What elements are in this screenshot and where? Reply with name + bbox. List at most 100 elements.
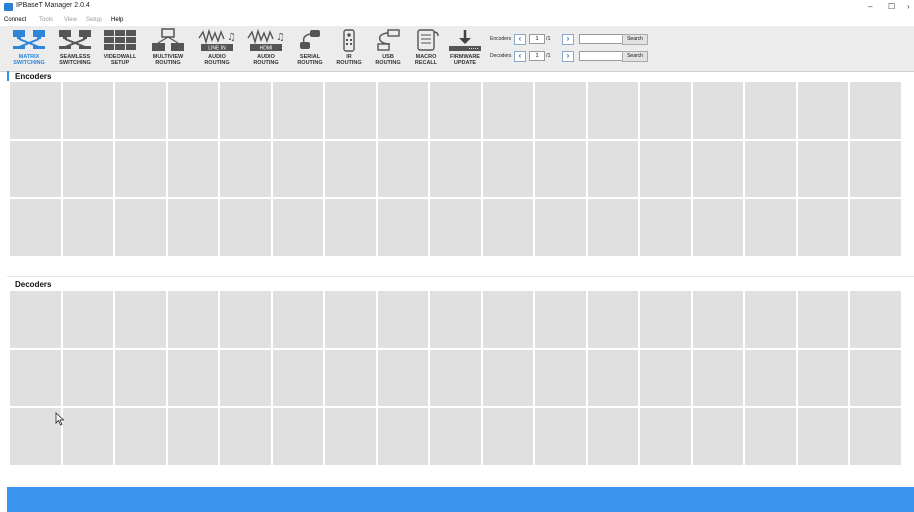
encoder-slot[interactable] — [10, 82, 61, 139]
minimize-button[interactable]: – — [868, 2, 872, 11]
decoder-slot[interactable] — [115, 408, 166, 465]
decoder-slot[interactable] — [535, 408, 586, 465]
encoder-slot[interactable] — [535, 82, 586, 139]
decoder-slot[interactable] — [850, 291, 901, 348]
decoder-slot[interactable] — [377, 349, 428, 406]
encoder-slot[interactable] — [10, 140, 61, 197]
decoder-slot[interactable] — [430, 291, 481, 348]
tool-audio-routing-hdmi[interactable]: ♫ HDMI AUDIO ROUTING — [243, 28, 289, 70]
menu-help[interactable]: Help — [111, 17, 123, 23]
decoders-search-input[interactable] — [579, 51, 625, 61]
encoder-slot[interactable] — [640, 140, 691, 197]
decoder-slot[interactable] — [587, 408, 638, 465]
encoder-slot[interactable] — [430, 140, 481, 197]
encoder-slot[interactable] — [850, 199, 901, 256]
encoder-slot[interactable] — [430, 82, 481, 139]
encoder-slot[interactable] — [692, 82, 743, 139]
decoder-slot[interactable] — [220, 291, 271, 348]
tool-audio-routing-line-in[interactable]: ♫ LINE IN AUDIO ROUTING — [194, 28, 240, 70]
encoder-slot[interactable] — [377, 199, 428, 256]
decoder-slot[interactable] — [797, 291, 848, 348]
encoder-slot[interactable] — [377, 82, 428, 139]
decoder-slot[interactable] — [482, 349, 533, 406]
encoder-slot[interactable] — [797, 82, 848, 139]
decoder-slot[interactable] — [745, 291, 796, 348]
encoder-slot[interactable] — [745, 82, 796, 139]
decoder-slot[interactable] — [10, 291, 61, 348]
encoder-slot[interactable] — [272, 82, 323, 139]
decoder-slot[interactable] — [272, 408, 323, 465]
encoder-slot[interactable] — [535, 140, 586, 197]
tool-matrix-switching[interactable]: MATRIX SWITCHING — [6, 28, 52, 70]
decoder-slot[interactable] — [167, 349, 218, 406]
decoder-slot[interactable] — [10, 408, 61, 465]
encoder-slot[interactable] — [220, 199, 271, 256]
encoders-next-button[interactable]: › — [562, 34, 574, 45]
encoder-slot[interactable] — [640, 199, 691, 256]
decoder-slot[interactable] — [325, 349, 376, 406]
decoder-slot[interactable] — [167, 291, 218, 348]
encoder-slot[interactable] — [220, 140, 271, 197]
encoder-slot[interactable] — [325, 82, 376, 139]
decoder-slot[interactable] — [482, 408, 533, 465]
decoder-slot[interactable] — [325, 291, 376, 348]
decoder-slot[interactable] — [692, 408, 743, 465]
encoder-slot[interactable] — [797, 140, 848, 197]
decoder-slot[interactable] — [587, 349, 638, 406]
decoder-slot[interactable] — [115, 291, 166, 348]
encoder-slot[interactable] — [325, 199, 376, 256]
decoder-slot[interactable] — [220, 408, 271, 465]
decoder-slot[interactable] — [482, 291, 533, 348]
decoder-slot[interactable] — [115, 349, 166, 406]
encoder-slot[interactable] — [272, 199, 323, 256]
decoder-slot[interactable] — [640, 291, 691, 348]
decoder-slot[interactable] — [850, 408, 901, 465]
decoder-slot[interactable] — [692, 291, 743, 348]
encoder-slot[interactable] — [850, 140, 901, 197]
encoder-slot[interactable] — [797, 199, 848, 256]
decoder-slot[interactable] — [850, 349, 901, 406]
decoder-slot[interactable] — [220, 349, 271, 406]
encoder-slot[interactable] — [62, 140, 113, 197]
decoder-slot[interactable] — [62, 408, 113, 465]
encoder-slot[interactable] — [167, 199, 218, 256]
encoder-slot[interactable] — [325, 140, 376, 197]
close-button[interactable]: › — [907, 2, 910, 11]
menu-setup[interactable]: Setup — [86, 17, 102, 23]
encoder-slot[interactable] — [692, 199, 743, 256]
encoder-slot[interactable] — [377, 140, 428, 197]
decoder-slot[interactable] — [377, 408, 428, 465]
encoder-slot[interactable] — [587, 82, 638, 139]
decoder-slot[interactable] — [745, 349, 796, 406]
encoder-slot[interactable] — [745, 140, 796, 197]
decoder-slot[interactable] — [430, 349, 481, 406]
tool-firmware-update[interactable]: FIRMWARE UPDATE — [442, 28, 488, 70]
menu-tools[interactable]: Tools — [39, 17, 53, 23]
encoder-slot[interactable] — [115, 82, 166, 139]
decoders-next-button[interactable]: › — [562, 51, 574, 62]
decoders-page-input[interactable]: 1 — [529, 51, 545, 61]
encoder-slot[interactable] — [167, 140, 218, 197]
encoder-slot[interactable] — [692, 140, 743, 197]
encoder-slot[interactable] — [482, 199, 533, 256]
decoder-slot[interactable] — [535, 349, 586, 406]
encoder-slot[interactable] — [220, 82, 271, 139]
decoder-slot[interactable] — [745, 408, 796, 465]
decoder-slot[interactable] — [10, 349, 61, 406]
encoder-slot[interactable] — [430, 199, 481, 256]
encoder-slot[interactable] — [62, 199, 113, 256]
tool-multiview-routing[interactable]: MULTIVIEW ROUTING — [145, 28, 191, 70]
encoder-slot[interactable] — [482, 140, 533, 197]
encoder-slot[interactable] — [115, 199, 166, 256]
decoders-search-button[interactable]: Search — [622, 51, 648, 62]
decoder-slot[interactable] — [325, 408, 376, 465]
decoder-slot[interactable] — [62, 291, 113, 348]
decoder-slot[interactable] — [587, 291, 638, 348]
encoder-slot[interactable] — [587, 140, 638, 197]
decoder-slot[interactable] — [272, 291, 323, 348]
decoder-slot[interactable] — [640, 349, 691, 406]
encoder-slot[interactable] — [10, 199, 61, 256]
decoder-slot[interactable] — [797, 408, 848, 465]
encoder-slot[interactable] — [167, 82, 218, 139]
decoders-prev-button[interactable]: ‹ — [514, 51, 526, 62]
